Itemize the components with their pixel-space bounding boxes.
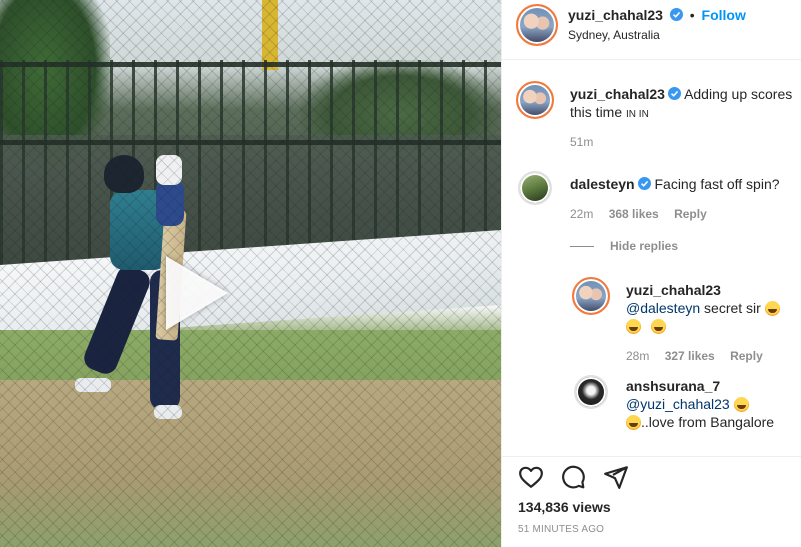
- laughing-emoji: [626, 319, 641, 334]
- comments-list[interactable]: yuzi_chahal23 Adding up scores this time…: [502, 61, 801, 456]
- comment-text: dalesteyn Facing fast off spin?: [570, 175, 796, 193]
- laughing-emoji: [733, 397, 749, 412]
- commenter-avatar[interactable]: [518, 171, 552, 205]
- like-button[interactable]: [518, 464, 544, 490]
- laughing-emoji: [764, 301, 780, 316]
- caption-meta: 51m: [570, 135, 605, 149]
- caption-username[interactable]: yuzi_chahal23: [570, 86, 665, 102]
- hide-replies-button[interactable]: Hide replies: [570, 239, 678, 253]
- wink-emoji: [650, 319, 666, 334]
- laughing-emoji: [626, 415, 641, 430]
- post-actions: 134,836 views 51 MINUTES AGO: [502, 456, 801, 547]
- reply-text: yuzi_chahal23 @dalesteyn secret sir: [626, 281, 796, 335]
- verified-icon: [669, 8, 683, 21]
- comment-button[interactable]: [560, 464, 586, 490]
- reply-likes[interactable]: 327 likes: [665, 349, 715, 363]
- author-avatar[interactable]: [516, 81, 554, 119]
- share-icon: [603, 466, 628, 489]
- comment-meta: 22m 368 likes Reply: [570, 207, 719, 221]
- play-icon: [166, 256, 228, 330]
- reply-button[interactable]: Reply: [674, 207, 707, 221]
- comment-icon: [562, 465, 586, 489]
- share-button[interactable]: [603, 464, 629, 490]
- reply-body: ..love from Bangalore: [641, 414, 775, 430]
- reply-timestamp[interactable]: 28m: [626, 349, 649, 363]
- follow-button[interactable]: Follow: [702, 7, 746, 23]
- verified-icon: [667, 87, 681, 100]
- comment-body: Facing fast off spin?: [654, 176, 780, 192]
- comment-timestamp[interactable]: 22m: [570, 207, 593, 221]
- reply-meta: 28m 327 likes Reply: [626, 349, 775, 363]
- post-header: yuzi_chahal23 • Follow Sydney, Australia: [502, 0, 801, 60]
- reply-mention[interactable]: @yuzi_chahal23: [626, 396, 730, 412]
- reply-row: yuzi_chahal23 @dalesteyn secret sir 28m …: [502, 273, 801, 365]
- reply-mention[interactable]: @dalesteyn: [626, 300, 700, 316]
- comment-likes[interactable]: 368 likes: [609, 207, 659, 221]
- hide-replies-label: Hide replies: [610, 239, 679, 253]
- post-date[interactable]: 51 MINUTES AGO: [518, 524, 604, 535]
- view-count[interactable]: 134,836 views: [518, 499, 611, 515]
- flag-emojis: IN IN: [626, 109, 649, 120]
- heart-icon: [519, 466, 543, 488]
- commenter-avatar[interactable]: [574, 375, 608, 409]
- comment-row: dalesteyn Facing fast off spin? 22m 368 …: [502, 167, 801, 237]
- action-icons: [518, 464, 641, 492]
- author-line: yuzi_chahal23 • Follow: [568, 7, 746, 23]
- caption-text: yuzi_chahal23 Adding up scores this time…: [570, 85, 796, 124]
- post-sidebar: yuzi_chahal23 • Follow Sydney, Australia…: [501, 0, 801, 547]
- separator-dot: •: [689, 7, 695, 23]
- reply-username[interactable]: anshsurana_7: [626, 378, 720, 394]
- reply-button[interactable]: Reply: [730, 349, 763, 363]
- play-button[interactable]: [160, 252, 232, 334]
- location-link[interactable]: Sydney, Australia: [568, 28, 660, 42]
- verified-icon: [637, 177, 651, 190]
- caption-timestamp[interactable]: 51m: [570, 135, 593, 149]
- divider-line: [570, 246, 594, 247]
- comment-username[interactable]: dalesteyn: [570, 176, 635, 192]
- reply-text: anshsurana_7 @yuzi_chahal23 ..love from …: [626, 377, 796, 431]
- author-avatar[interactable]: [572, 277, 610, 315]
- practice-net: [0, 0, 501, 547]
- post-video[interactable]: [0, 0, 501, 547]
- author-avatar[interactable]: [516, 4, 558, 46]
- reply-username[interactable]: yuzi_chahal23: [626, 282, 721, 298]
- reply-body: secret sir: [704, 300, 761, 316]
- reply-row: anshsurana_7 @yuzi_chahal23 ..love from …: [502, 369, 801, 449]
- caption-row: yuzi_chahal23 Adding up scores this time…: [502, 77, 801, 167]
- author-username[interactable]: yuzi_chahal23: [568, 7, 663, 23]
